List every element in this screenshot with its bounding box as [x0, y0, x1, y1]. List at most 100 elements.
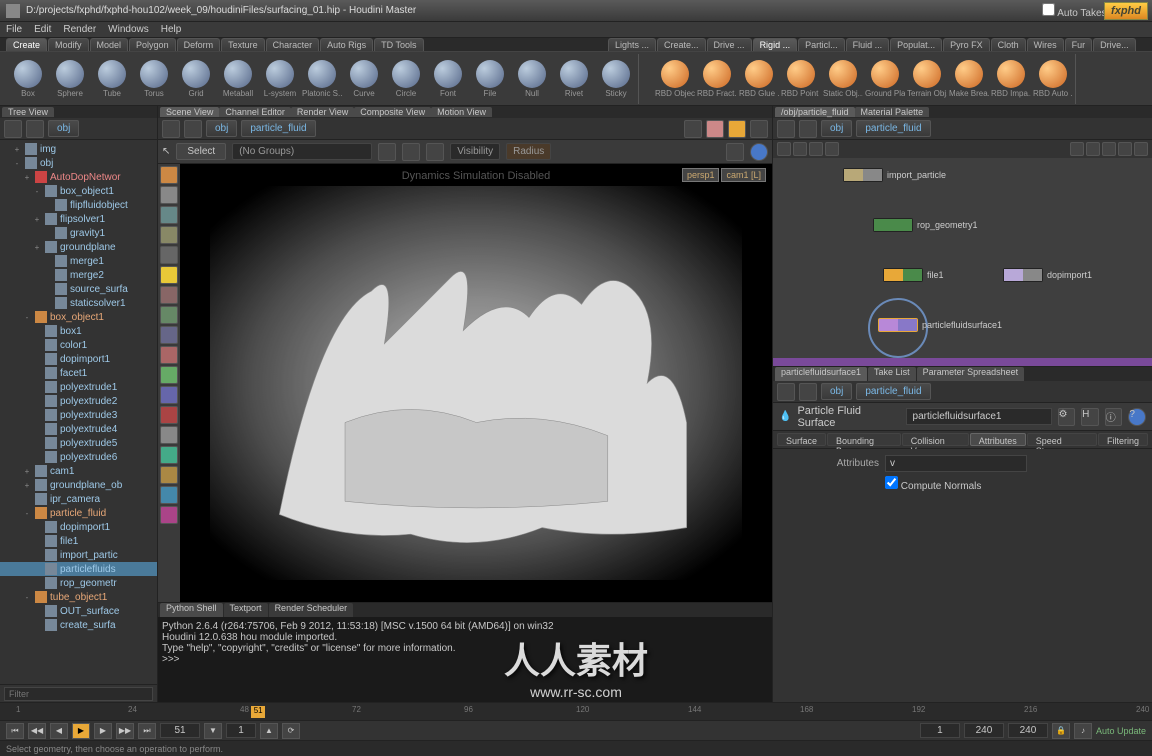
shelf-tab[interactable]: TD Tools: [374, 38, 423, 51]
net-t2-icon[interactable]: [793, 142, 807, 156]
tool-8-icon[interactable]: [160, 306, 178, 324]
shelf-tab[interactable]: Pyro FX: [943, 38, 990, 51]
net-path-obj[interactable]: obj: [821, 120, 852, 137]
viewport[interactable]: Dynamics Simulation Disabled persp1 cam1…: [180, 164, 772, 602]
last-frame-button[interactable]: ⏭: [138, 723, 156, 739]
first-frame-button[interactable]: ⏮: [6, 723, 24, 739]
param-subtab[interactable]: Filtering: [1098, 433, 1148, 446]
h-icon[interactable]: H: [1081, 408, 1099, 426]
range-end2-field[interactable]: [1008, 723, 1048, 738]
param-pane-tab[interactable]: Take List: [868, 367, 916, 381]
param-path-obj[interactable]: obj: [821, 383, 852, 400]
node-import-particle[interactable]: import_particle: [843, 168, 946, 182]
param-back-icon[interactable]: [777, 383, 795, 401]
python-shell[interactable]: Python 2.6.4 (r264:75706, Feb 9 2012, 11…: [158, 617, 772, 702]
tool-10-icon[interactable]: [160, 346, 178, 364]
param-pane-tab[interactable]: Parameter Spreadsheet: [917, 367, 1025, 381]
shelf-tab[interactable]: Wires: [1027, 38, 1064, 51]
vp-settings-icon[interactable]: [726, 143, 744, 161]
shelf-tab[interactable]: Rigid ...: [753, 38, 798, 51]
shelf-tab[interactable]: Populat...: [890, 38, 942, 51]
tree-item[interactable]: +flipsolver1: [0, 212, 157, 226]
tool-scale-icon[interactable]: [160, 226, 178, 244]
shelf-item[interactable]: RBD Auto ...: [1033, 56, 1073, 102]
tree-item[interactable]: file1: [0, 534, 157, 548]
tool-11-icon[interactable]: [160, 366, 178, 384]
timeline-marker[interactable]: 51: [251, 706, 265, 718]
param-name-input[interactable]: [906, 408, 1052, 425]
shelf-item[interactable]: Platonic S...: [302, 56, 342, 102]
param-pane-tab[interactable]: particlefluidsurface1: [775, 367, 867, 381]
network-tab[interactable]: /obj/particle_fluid: [775, 107, 855, 117]
visibility-dropdown[interactable]: Visibility: [450, 143, 500, 160]
node-dopimport1[interactable]: dopimport1: [1003, 268, 1092, 282]
tree-item[interactable]: create_surfa: [0, 618, 157, 632]
tree-item[interactable]: -box_object1: [0, 184, 157, 198]
shelf-tab[interactable]: Deform: [177, 38, 221, 51]
shelf-item[interactable]: Sphere: [50, 56, 90, 102]
net-t9-icon[interactable]: [1134, 142, 1148, 156]
tree-item[interactable]: box1: [0, 324, 157, 338]
step-field[interactable]: [226, 723, 256, 738]
auto-update-label[interactable]: Auto Update: [1096, 726, 1146, 736]
shelf-item[interactable]: RBD Impa...: [991, 56, 1031, 102]
prev-key-button[interactable]: ◀◀: [28, 723, 46, 739]
net-t1-icon[interactable]: [777, 142, 791, 156]
radius-field[interactable]: Radius: [506, 143, 551, 160]
shelf-item[interactable]: Make Brea...: [949, 56, 989, 102]
tool-5-icon[interactable]: [160, 246, 178, 264]
shelf-item[interactable]: Torus: [134, 56, 174, 102]
tree-item[interactable]: -box_object1: [0, 310, 157, 324]
shelf-tab[interactable]: Modify: [48, 38, 89, 51]
tool-14-icon[interactable]: [160, 426, 178, 444]
vp-tool1-icon[interactable]: [378, 143, 396, 161]
tree-view-tab[interactable]: Tree View: [2, 107, 54, 117]
realtime-button[interactable]: ⟳: [282, 723, 300, 739]
tree-item[interactable]: import_partic: [0, 548, 157, 562]
shelf-item[interactable]: Sticky: [596, 56, 636, 102]
shelf-tab[interactable]: Texture: [221, 38, 265, 51]
tree-item[interactable]: staticsolver1: [0, 296, 157, 310]
shelf-tab[interactable]: Drive ...: [707, 38, 752, 51]
menu-help[interactable]: Help: [161, 24, 182, 35]
tree-item[interactable]: gravity1: [0, 226, 157, 240]
param-path-particle[interactable]: particle_fluid: [856, 383, 930, 400]
scene-path-obj[interactable]: obj: [206, 120, 237, 137]
help-icon[interactable]: [750, 143, 768, 161]
tree[interactable]: +img-obj+AutoDopNetwor-box_object1flipfl…: [0, 140, 157, 684]
tree-item[interactable]: facet1: [0, 366, 157, 380]
tree-item[interactable]: -tube_object1: [0, 590, 157, 604]
tree-item[interactable]: polyextrude3: [0, 408, 157, 422]
scene-opts-icon[interactable]: [750, 120, 768, 138]
filter-input[interactable]: [4, 687, 153, 701]
tree-item[interactable]: color1: [0, 338, 157, 352]
attributes-input[interactable]: [885, 455, 1027, 472]
vp-tool2-icon[interactable]: [402, 143, 420, 161]
node-particlefluidsurface[interactable]: particlefluidsurface1: [878, 318, 1002, 332]
param-subtab[interactable]: Speed Stre...: [1027, 433, 1097, 446]
scene-tab[interactable]: Channel Editor: [219, 107, 291, 117]
tool-move-icon[interactable]: [160, 186, 178, 204]
shelf-item[interactable]: Box: [8, 56, 48, 102]
shelf-tab[interactable]: Drive...: [1093, 38, 1136, 51]
shelf-item[interactable]: Curve: [344, 56, 384, 102]
param-fwd-icon[interactable]: [799, 383, 817, 401]
console-tab[interactable]: Render Scheduler: [269, 603, 354, 617]
tree-item[interactable]: flipfluidobject: [0, 198, 157, 212]
network-view[interactable]: import_particle rop_geometry1 file1 dopi…: [773, 158, 1152, 367]
prev-frame-button[interactable]: ◀: [50, 723, 68, 739]
tree-path-obj[interactable]: obj: [48, 120, 79, 137]
shelf-item[interactable]: Font: [428, 56, 468, 102]
tool-7-icon[interactable]: [160, 286, 178, 304]
tree-item[interactable]: -particle_fluid: [0, 506, 157, 520]
shelf-item[interactable]: Grid: [176, 56, 216, 102]
net-t7-icon[interactable]: [1102, 142, 1116, 156]
tree-fwd-icon[interactable]: [26, 120, 44, 138]
tree-item[interactable]: dopimport1: [0, 520, 157, 534]
tree-item[interactable]: polyextrude5: [0, 436, 157, 450]
gear-icon[interactable]: ⚙: [1058, 408, 1076, 426]
shelf-tab[interactable]: Fluid ...: [846, 38, 890, 51]
scene-tab[interactable]: Scene View: [160, 107, 219, 117]
tree-item[interactable]: +AutoDopNetwor: [0, 170, 157, 184]
param-subtab[interactable]: Collision V...: [902, 433, 969, 446]
